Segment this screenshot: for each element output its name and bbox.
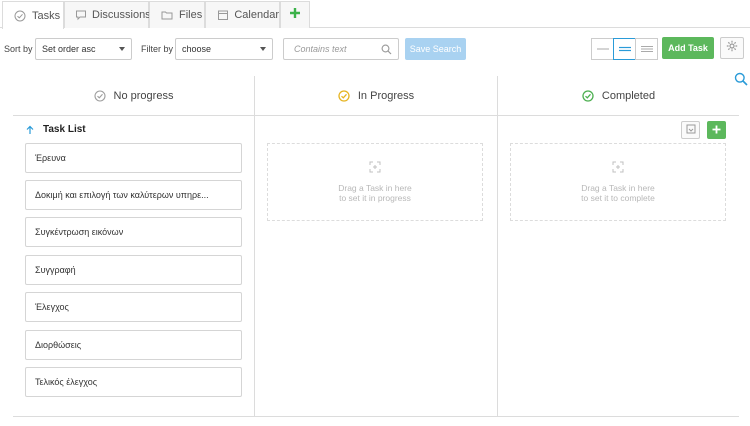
task-card[interactable]: Συγκέντρωση εικόνων: [25, 217, 242, 247]
tab-bar: Tasks Discussions Files Calendar: [0, 0, 750, 29]
tab-tasks[interactable]: Tasks: [2, 1, 64, 29]
column-completed: Completed Drag a Task in here to set it …: [498, 76, 739, 417]
double-line-icon: [618, 40, 631, 58]
filter-value: choose: [182, 44, 212, 54]
kanban-board: No progress Task List Έρευνα Δοκιμή και …: [13, 76, 739, 417]
view-compact-toggle[interactable]: [591, 38, 614, 60]
filter-label: Filter by: [141, 44, 174, 54]
task-card[interactable]: Δοκιμή και επιλογή των καλύτερων υπηρε..…: [25, 180, 242, 210]
column-no-progress: No progress Task List Έρευνα Δοκιμή και …: [13, 76, 255, 417]
caret-down-icon: [260, 47, 266, 51]
drop-hint-line2: to set it to complete: [581, 193, 655, 203]
task-card[interactable]: Τελικός έλεγχος: [25, 367, 242, 397]
sort-value: Set order asc: [42, 44, 96, 54]
add-task-button[interactable]: Add Task: [662, 37, 714, 59]
task-card[interactable]: Διορθώσεις: [25, 330, 242, 360]
drop-hint-line1: Drag a Task in here: [338, 183, 412, 193]
caret-down-icon: [119, 47, 125, 51]
sort-label: Sort by: [4, 44, 33, 54]
check-circle-icon: [13, 9, 27, 23]
check-circle-green-icon: [582, 89, 594, 102]
settings-button[interactable]: [720, 37, 744, 59]
filter-select[interactable]: choose: [175, 38, 273, 60]
column-title: In Progress: [357, 89, 415, 102]
tab-label: Files: [179, 9, 203, 21]
drop-target-icon: [612, 161, 624, 175]
task-card[interactable]: Έρευνα: [25, 143, 242, 173]
save-search-button[interactable]: Save Search: [405, 38, 466, 60]
task-card[interactable]: Συγγραφή: [25, 255, 242, 285]
view-detailed-toggle[interactable]: [635, 38, 658, 60]
tab-discussions[interactable]: Discussions: [64, 1, 151, 28]
check-circle-grey-icon: [93, 89, 106, 102]
task-list-header[interactable]: Task List: [26, 124, 86, 135]
folder-icon: [160, 8, 174, 22]
tab-label: Tasks: [32, 9, 61, 22]
archive-icon: [686, 121, 696, 139]
arrow-up-icon: [26, 125, 34, 135]
tab-calendar[interactable]: Calendar: [205, 1, 280, 28]
column-header: Completed: [498, 76, 739, 116]
column-header: In Progress: [255, 76, 497, 116]
drop-target-icon: [369, 161, 381, 175]
gear-icon: [726, 39, 738, 57]
column-title: Completed: [601, 89, 656, 102]
drop-hint-line2: to set it in progress: [339, 193, 411, 203]
add-tab-button[interactable]: [280, 1, 310, 28]
view-normal-toggle[interactable]: [613, 38, 636, 60]
search-placeholder: Contains text: [294, 44, 347, 54]
plus-icon: [289, 6, 301, 24]
search-icon: [381, 44, 392, 57]
drop-zone-completed[interactable]: Drag a Task in here to set it to complet…: [510, 143, 726, 221]
triple-line-icon: [640, 40, 653, 58]
column-header: No progress: [13, 76, 254, 116]
calendar-icon: [216, 8, 229, 22]
chat-icon: [75, 8, 87, 22]
column-in-progress: In Progress Drag a Task in here to set i…: [255, 76, 498, 417]
drop-hint-line1: Drag a Task in here: [581, 183, 655, 193]
single-line-icon: [596, 40, 609, 58]
tab-files[interactable]: Files: [149, 1, 205, 28]
tab-label: Calendar: [234, 9, 279, 21]
drop-zone-in-progress[interactable]: Drag a Task in here to set it in progres…: [267, 143, 483, 221]
sort-select[interactable]: Set order asc: [35, 38, 132, 60]
column-title: No progress: [113, 89, 174, 102]
archive-button[interactable]: [681, 121, 700, 139]
task-list-title: Task List: [43, 124, 86, 135]
add-completed-task-button[interactable]: [707, 121, 726, 139]
search-input[interactable]: Contains text: [283, 38, 399, 60]
check-circle-yellow-icon: [338, 89, 350, 102]
plus-icon: [712, 121, 721, 139]
tab-label: Discussions: [92, 9, 151, 21]
task-card[interactable]: Έλεγχος: [25, 292, 242, 322]
